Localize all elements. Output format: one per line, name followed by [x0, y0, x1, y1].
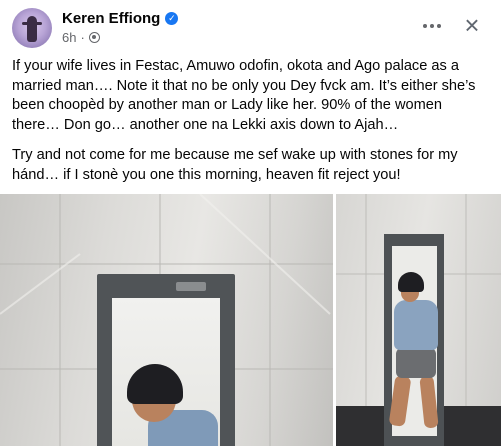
post-timestamp[interactable]: 6h — [62, 30, 76, 45]
facebook-post: Keren Effiong ✓ 6h · × If your wife live… — [0, 0, 501, 446]
person-top — [394, 300, 438, 350]
photo-right[interactable] — [336, 194, 501, 446]
post-header: Keren Effiong ✓ 6h · × — [12, 8, 492, 50]
more-dot — [423, 24, 427, 28]
author-name-row: Keren Effiong ✓ — [62, 10, 179, 27]
author-avatar[interactable] — [12, 8, 52, 48]
post-paragraph-1: If your wife lives in Festac, Amuwo odof… — [12, 58, 476, 133]
more-dot — [430, 24, 434, 28]
photo-grid — [0, 194, 501, 446]
person-headwrap-right — [398, 272, 424, 292]
meta-separator: · — [80, 30, 85, 45]
avatar-arms — [22, 22, 42, 25]
post-paragraph-2: Try and not come for me because me sef w… — [12, 147, 458, 183]
author-name[interactable]: Keren Effiong — [62, 10, 160, 27]
more-options-icon[interactable] — [418, 12, 446, 40]
person-shorts — [396, 348, 436, 378]
verified-badge-icon: ✓ — [165, 12, 179, 25]
post-meta: 6h · — [62, 30, 100, 45]
globe-icon[interactable] — [88, 32, 100, 43]
avatar-figure — [27, 16, 37, 42]
post-text: If your wife lives in Festac, Amuwo odof… — [12, 57, 490, 196]
door-closer — [176, 282, 206, 291]
photo-left[interactable] — [0, 194, 333, 446]
close-icon[interactable]: × — [458, 12, 486, 40]
more-dot — [437, 24, 441, 28]
